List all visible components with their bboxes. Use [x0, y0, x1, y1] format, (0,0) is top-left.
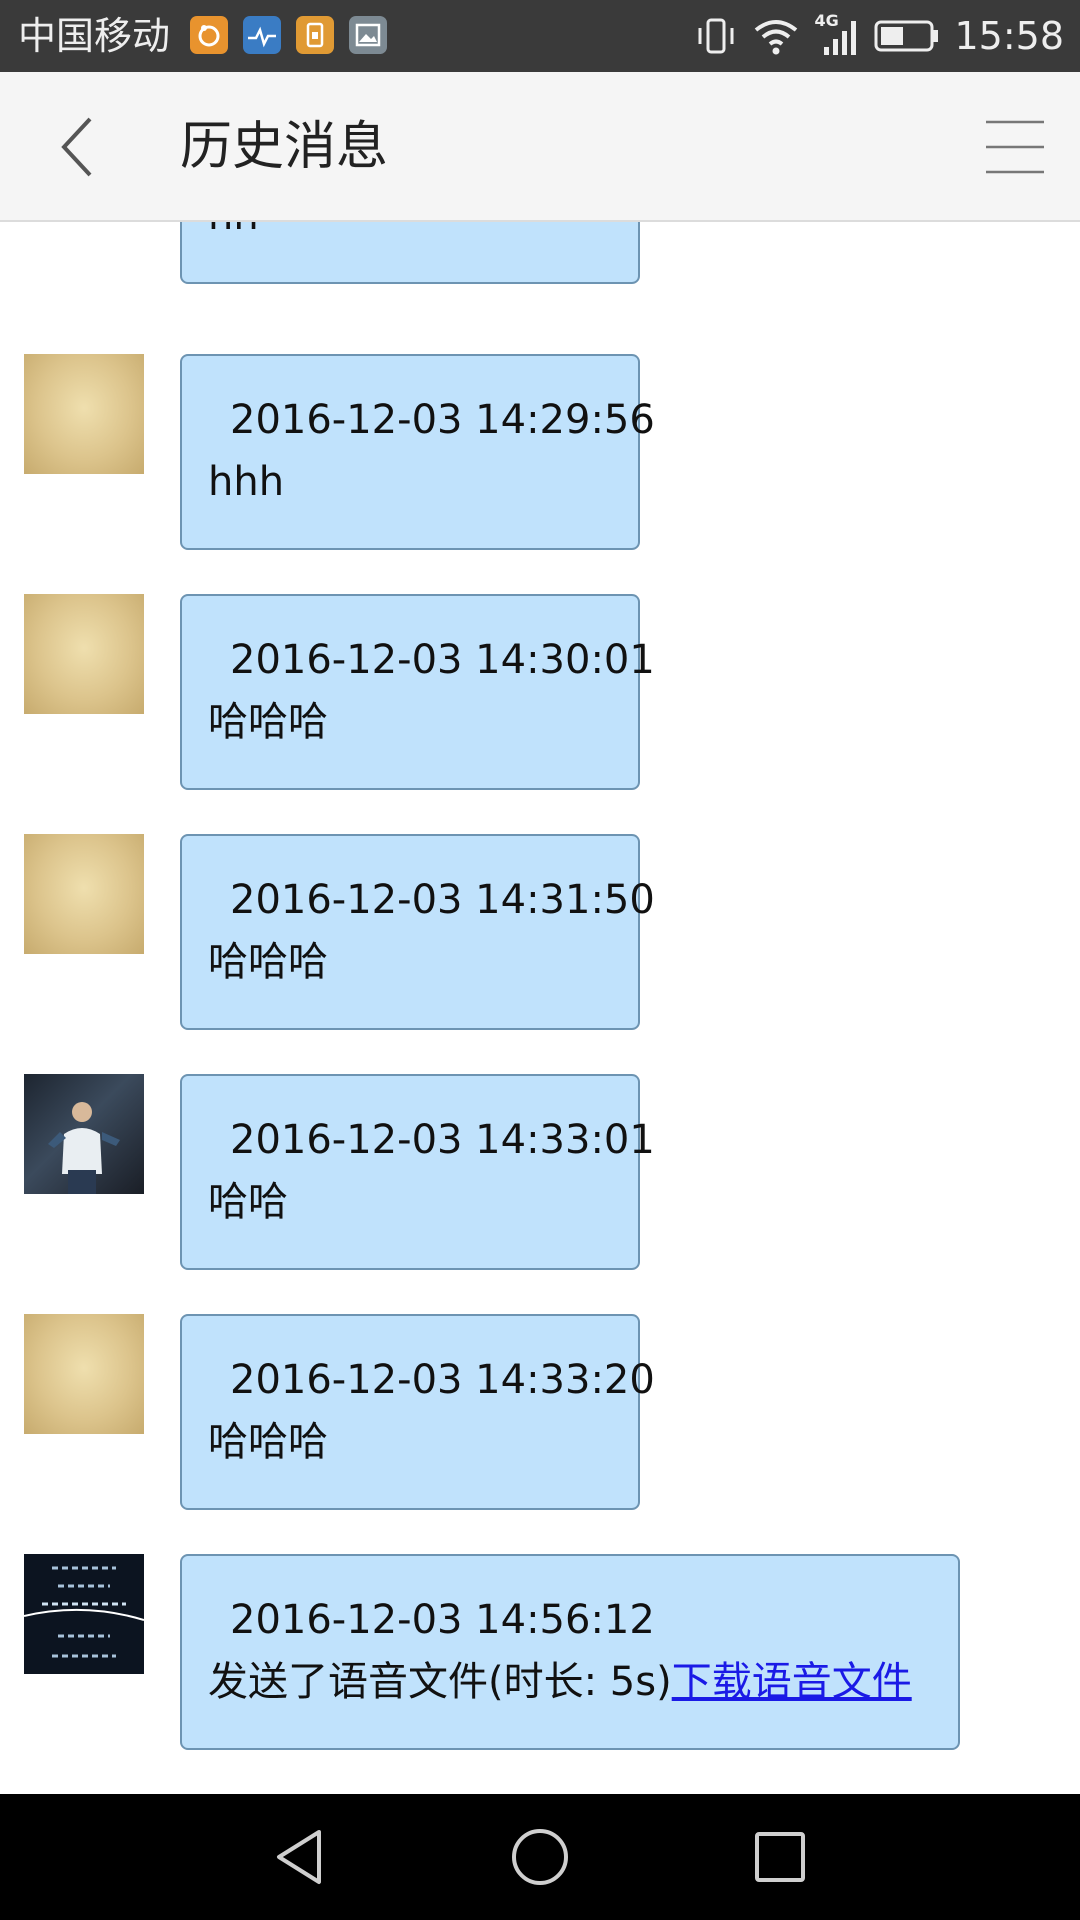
- message-text: 哈哈哈: [208, 699, 328, 745]
- message-list[interactable]: hh 2016-12-03 14:29:56 hhh 2016-12-03 14…: [0, 222, 1080, 1794]
- status-bar: 中国移动 4G 15:58: [0, 0, 1080, 72]
- message-timestamp: 2016-12-03 14:33:20: [230, 1357, 655, 1403]
- message-bubble: 2016-12-03 14:33:20 哈哈哈: [180, 1314, 655, 1510]
- nav-back-button[interactable]: [265, 1822, 335, 1892]
- message-timestamp: 2016-12-03 14:56:12: [230, 1597, 655, 1643]
- recents-square-icon: [755, 1832, 805, 1882]
- message-text: 哈哈: [208, 1179, 288, 1225]
- clock: 15:58: [954, 14, 1064, 58]
- back-triangle-icon: [277, 1830, 321, 1884]
- message-timestamp: 2016-12-03 14:29:56: [230, 397, 655, 443]
- chevron-left-icon: [61, 117, 92, 177]
- avatar: [23, 1554, 145, 1674]
- message-timestamp: 2016-12-03 14:31:50: [230, 877, 655, 923]
- back-button[interactable]: [40, 107, 120, 187]
- health-app-icon: [243, 16, 281, 54]
- message-timestamp: 2016-12-03 14:33:01: [230, 1117, 655, 1163]
- navigation-bar: [0, 1794, 1080, 1920]
- hamburger-menu-icon: [986, 120, 1044, 174]
- gallery-icon: [349, 16, 387, 54]
- message-text: 哈哈哈: [208, 939, 328, 985]
- avatar: [24, 594, 144, 714]
- download-voice-link[interactable]: 下载语音文件: [672, 1659, 912, 1705]
- uc-browser-icon: [190, 16, 228, 54]
- message-bubble: 2016-12-03 14:29:56 hhh: [180, 354, 655, 550]
- avatar: [24, 354, 144, 474]
- message-text: hhh: [208, 459, 285, 505]
- avatar: [24, 834, 144, 954]
- signal-icon: 4G: [814, 11, 860, 61]
- message-bubble: 2016-12-03 14:33:01 哈哈: [180, 1074, 655, 1270]
- carrier-name: 中国移动: [18, 14, 171, 58]
- vibrate-icon: [698, 18, 734, 54]
- menu-button[interactable]: [980, 112, 1050, 182]
- message-text: 哈哈哈: [208, 1419, 328, 1465]
- message-text: 发送了语音文件(时长: 5s): [208, 1659, 672, 1705]
- message-bubble: hh: [180, 222, 640, 284]
- message-text: hh: [208, 222, 614, 248]
- message-bubble: 2016-12-03 14:31:50 哈哈哈: [180, 834, 655, 1030]
- nav-home-button[interactable]: [505, 1822, 575, 1892]
- message-timestamp: 2016-12-03 14:30:01: [230, 637, 655, 683]
- message-text-row: 发送了语音文件(时长: 5s)下载语音文件: [208, 1650, 934, 1714]
- page-title: 历史消息: [180, 117, 389, 177]
- app-header: 历史消息: [0, 72, 1080, 222]
- avatar: [24, 1074, 144, 1194]
- sim-app-icon: [296, 16, 334, 54]
- nav-recents-button[interactable]: [745, 1822, 815, 1892]
- message-bubble: 2016-12-03 14:30:01 哈哈哈: [180, 594, 655, 790]
- home-circle-icon: [512, 1829, 568, 1885]
- battery-icon: [874, 20, 939, 52]
- wifi-icon: [755, 20, 798, 55]
- message-bubble: 2016-12-03 14:56:12 发送了语音文件(时长: 5s)下载语音文…: [180, 1554, 960, 1750]
- avatar: [24, 1314, 144, 1434]
